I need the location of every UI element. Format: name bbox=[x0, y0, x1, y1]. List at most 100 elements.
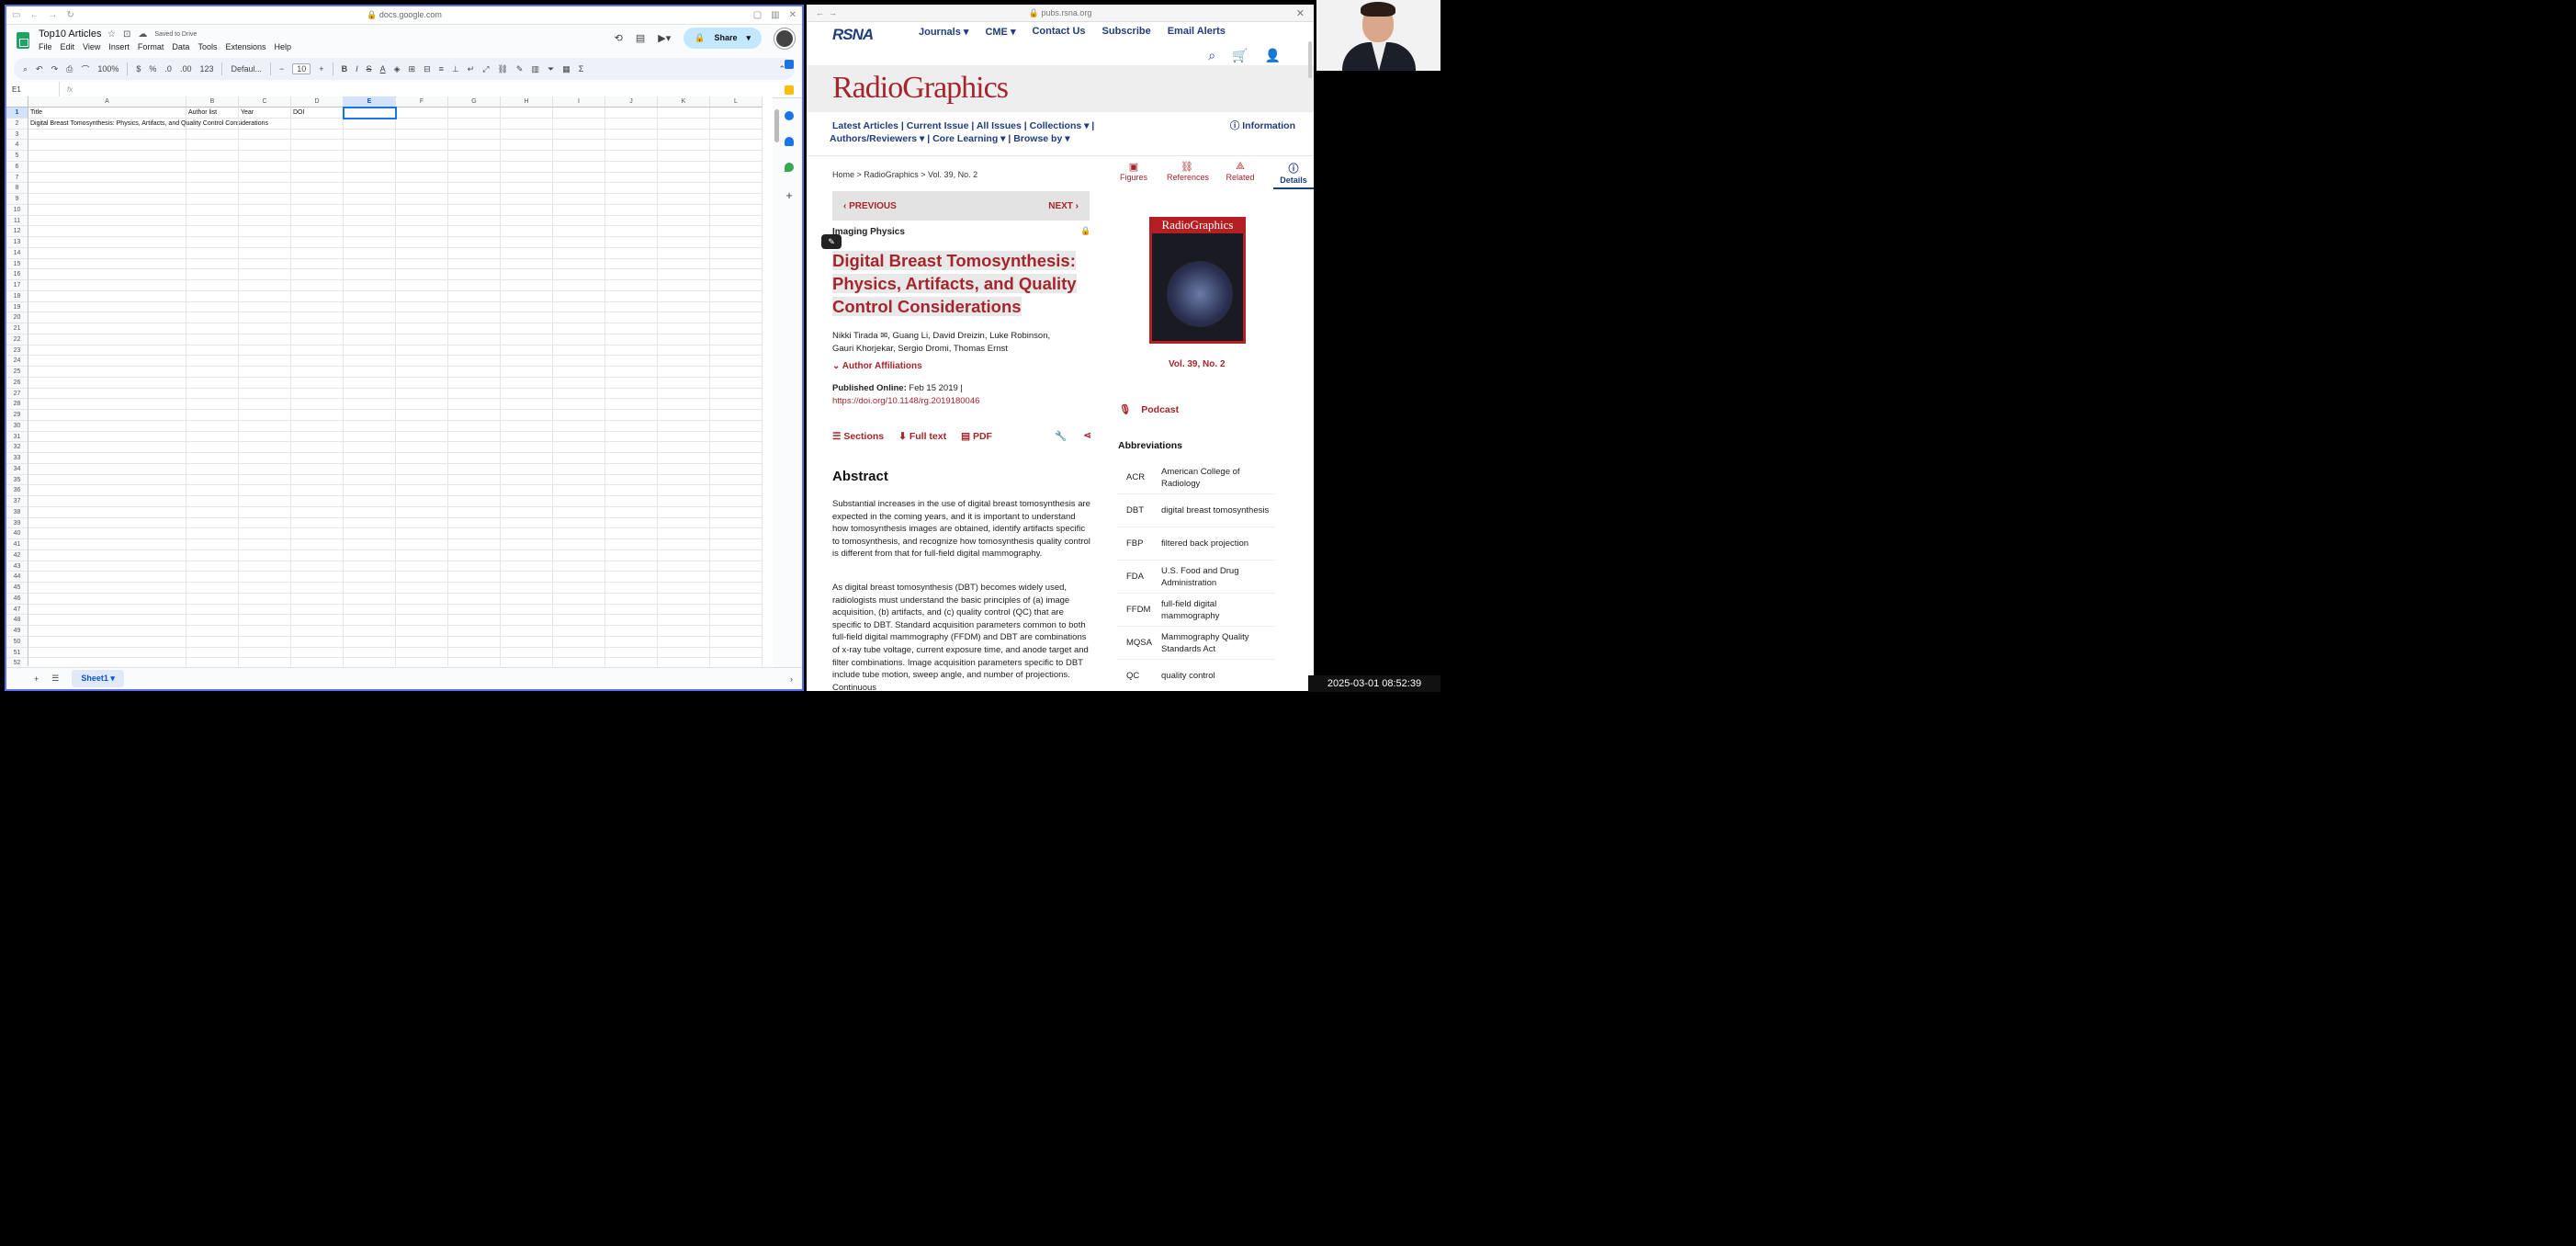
next-button[interactable]: NEXT › bbox=[1048, 201, 1079, 211]
cell-b22[interactable] bbox=[186, 334, 239, 345]
cell-g52[interactable] bbox=[448, 658, 501, 666]
cell-d22[interactable] bbox=[291, 334, 344, 345]
cell-b26[interactable] bbox=[186, 377, 239, 389]
cell-a31[interactable] bbox=[28, 431, 186, 443]
row-header[interactable]: 8 bbox=[6, 183, 28, 194]
menu-item-extensions[interactable]: Extensions bbox=[225, 42, 266, 51]
full-text-button[interactable]: ⬇ Full text bbox=[898, 431, 946, 442]
cell-e19[interactable] bbox=[344, 301, 396, 313]
cell-h14[interactable] bbox=[501, 247, 553, 259]
cell-j37[interactable] bbox=[605, 496, 658, 507]
cell-g46[interactable] bbox=[448, 593, 501, 605]
cell-d40[interactable] bbox=[291, 528, 344, 539]
cell-c26[interactable] bbox=[239, 377, 291, 389]
cell-f52[interactable] bbox=[396, 658, 448, 666]
cell-b10[interactable] bbox=[186, 204, 239, 216]
cell-f36[interactable] bbox=[396, 485, 448, 496]
row-header[interactable]: 24 bbox=[6, 356, 28, 367]
cell-l40[interactable] bbox=[710, 528, 763, 539]
cell-g8[interactable] bbox=[448, 183, 501, 194]
cell-g42[interactable] bbox=[448, 549, 501, 561]
menu-item-edit[interactable]: Edit bbox=[61, 42, 75, 51]
cell-d6[interactable] bbox=[291, 161, 344, 173]
cell-e48[interactable] bbox=[344, 615, 396, 626]
cell-d28[interactable] bbox=[291, 399, 344, 410]
cell-l26[interactable] bbox=[710, 377, 763, 389]
cell-j38[interactable] bbox=[605, 506, 658, 518]
cell-j14[interactable] bbox=[605, 247, 658, 259]
cell-l33[interactable] bbox=[710, 453, 763, 464]
cell-l27[interactable] bbox=[710, 388, 763, 400]
cell-g2[interactable] bbox=[448, 118, 501, 130]
cell-i36[interactable] bbox=[553, 485, 605, 496]
cell-j8[interactable] bbox=[605, 183, 658, 194]
redo-icon[interactable]: ↷ bbox=[51, 64, 59, 74]
cell-d48[interactable] bbox=[291, 615, 344, 626]
cell-c12[interactable] bbox=[239, 226, 291, 237]
row-header[interactable]: 21 bbox=[6, 323, 28, 334]
cell-k13[interactable] bbox=[658, 237, 710, 248]
cell-b12[interactable] bbox=[186, 226, 239, 237]
cell-f13[interactable] bbox=[396, 237, 448, 248]
cell-c39[interactable] bbox=[239, 517, 291, 529]
previous-button[interactable]: ‹ PREVIOUS bbox=[843, 201, 897, 211]
cell-e39[interactable] bbox=[344, 517, 396, 529]
cell-i49[interactable] bbox=[553, 626, 605, 637]
cell-i6[interactable] bbox=[553, 161, 605, 173]
cell-i24[interactable] bbox=[553, 356, 605, 367]
cell-e42[interactable] bbox=[344, 549, 396, 561]
cell-k44[interactable] bbox=[658, 572, 710, 583]
column-header-h[interactable]: H bbox=[501, 96, 553, 108]
comment-icon[interactable]: ✎ bbox=[516, 64, 524, 74]
cell-c37[interactable] bbox=[239, 496, 291, 507]
fill-color-icon[interactable]: ◈ bbox=[394, 64, 401, 74]
cell-h5[interactable] bbox=[501, 151, 553, 162]
cell-i8[interactable] bbox=[553, 183, 605, 194]
cell-l8[interactable] bbox=[710, 183, 763, 194]
cell-j25[interactable] bbox=[605, 367, 658, 378]
cell-l21[interactable] bbox=[710, 323, 763, 334]
cell-a50[interactable] bbox=[28, 636, 186, 648]
cell-b15[interactable] bbox=[186, 258, 239, 270]
row-header[interactable]: 17 bbox=[6, 280, 28, 291]
cell-d23[interactable] bbox=[291, 345, 344, 357]
cell-f41[interactable] bbox=[396, 539, 448, 550]
font-size-input[interactable]: 10 bbox=[292, 63, 311, 74]
cell-i2[interactable] bbox=[553, 118, 605, 130]
cell-f29[interactable] bbox=[396, 410, 448, 421]
cell-l34[interactable] bbox=[710, 463, 763, 475]
cell-j3[interactable] bbox=[605, 129, 658, 141]
cell-j11[interactable] bbox=[605, 215, 658, 227]
cell-j50[interactable] bbox=[605, 636, 658, 648]
cell-a19[interactable] bbox=[28, 301, 186, 313]
cell-i26[interactable] bbox=[553, 377, 605, 389]
cell-l50[interactable] bbox=[710, 636, 763, 648]
cell-f16[interactable] bbox=[396, 269, 448, 280]
cell-h40[interactable] bbox=[501, 528, 553, 539]
cell-i45[interactable] bbox=[553, 583, 605, 594]
cell-h31[interactable] bbox=[501, 431, 553, 443]
cell-a51[interactable] bbox=[28, 647, 186, 659]
row-header[interactable]: 47 bbox=[6, 604, 28, 616]
cell-d35[interactable] bbox=[291, 474, 344, 486]
share-button[interactable]: 🔒 Share ▾ bbox=[684, 28, 762, 49]
cell-c32[interactable] bbox=[239, 442, 291, 453]
nav-item-contact-us[interactable]: Contact Us bbox=[1032, 26, 1085, 38]
cell-h52[interactable] bbox=[501, 658, 553, 666]
cell-h6[interactable] bbox=[501, 161, 553, 173]
cell-g29[interactable] bbox=[448, 410, 501, 421]
bold-icon[interactable]: B bbox=[342, 64, 348, 74]
cell-e21[interactable] bbox=[344, 323, 396, 334]
cell-k4[interactable] bbox=[658, 140, 710, 151]
cell-a9[interactable] bbox=[28, 194, 186, 205]
cell-k51[interactable] bbox=[658, 647, 710, 659]
cell-f30[interactable] bbox=[396, 420, 448, 432]
cell-k15[interactable] bbox=[658, 258, 710, 270]
add-addon-icon[interactable]: + bbox=[785, 188, 793, 202]
row-header[interactable]: 35 bbox=[6, 474, 28, 486]
tab-related[interactable]: ⟁ Related bbox=[1220, 161, 1260, 189]
cell-e28[interactable] bbox=[344, 399, 396, 410]
cell-i22[interactable] bbox=[553, 334, 605, 345]
cell-h30[interactable] bbox=[501, 420, 553, 432]
cell-c8[interactable] bbox=[239, 183, 291, 194]
